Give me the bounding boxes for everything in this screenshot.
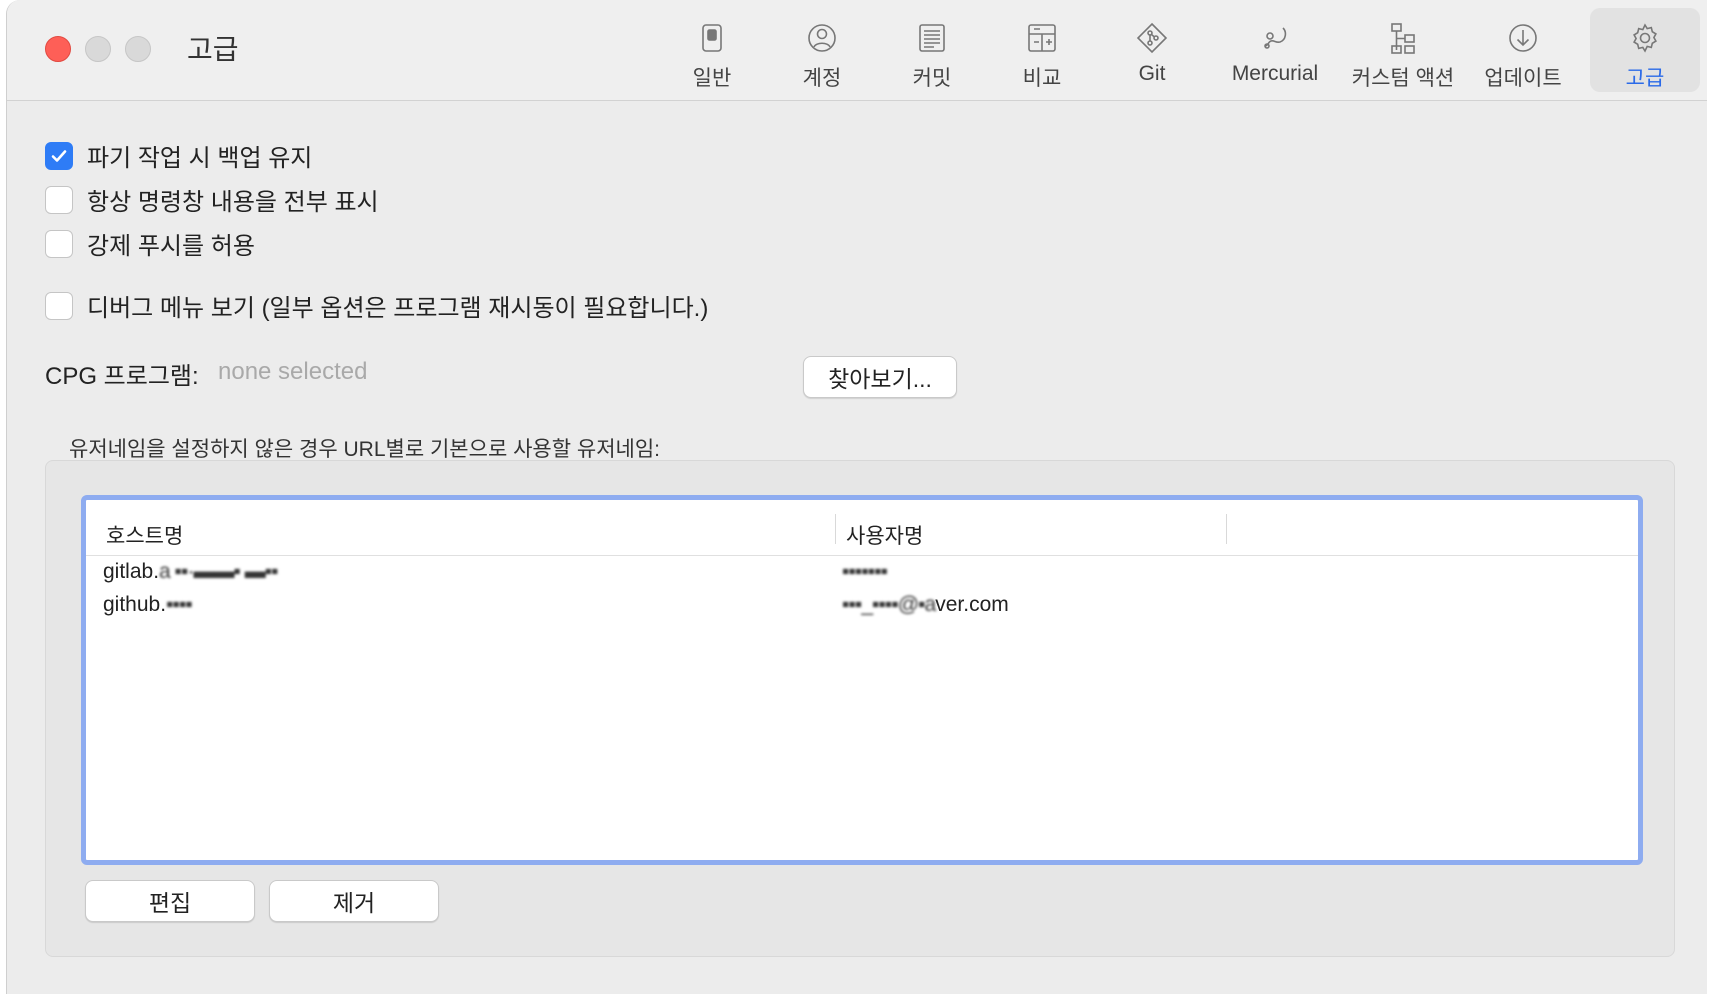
general-switch-icon (702, 24, 722, 52)
window-title: 고급 (187, 34, 239, 65)
user-cell: ▪▪▪▪▪▪▪ (842, 560, 888, 584)
browse-button[interactable]: 찾아보기... (803, 356, 957, 398)
default-usernames-caption: 유저네임을 설정하지 않은 경우 URL별로 기본으로 사용할 유저네임: (69, 438, 661, 461)
host-cell: gitlab.a ▪▪·▬▬▪ ▬▪▪ (103, 560, 279, 584)
redacted-text: ▪▪▪▪▪▪▪ (842, 560, 888, 583)
tab-label: 비교 (1022, 67, 1062, 90)
host-cell: github.▪▪▪▪ (103, 593, 193, 617)
keep-backups-checkbox[interactable] (45, 141, 73, 170)
tab-label: Git (1138, 62, 1166, 85)
tab-update[interactable]: 업데이트 (1473, 8, 1573, 92)
tab-account[interactable]: 계정 (777, 8, 867, 92)
user-text: ver.com (935, 593, 1009, 616)
allow-force-push-checkbox[interactable] (45, 229, 73, 258)
show-full-output-checkbox[interactable] (45, 185, 73, 214)
gpg-program-label: CPG 프로그램: (45, 363, 199, 390)
remove-button[interactable]: 제거 (269, 880, 439, 922)
close-window-button[interactable] (45, 36, 71, 62)
debug-menu-label: 디버그 메뉴 보기 (일부 옵션은 프로그램 재시동이 필요합니다.) (87, 295, 709, 322)
tab-mercurial[interactable]: Mercurial (1217, 8, 1333, 92)
debug-menu-checkbox[interactable] (45, 291, 73, 320)
preferences-window: 고급 일반 계정 커밋 비교 Git Mercurial 커스텀 액션 업데이트… (6, 0, 1707, 994)
column-divider (835, 514, 836, 544)
keep-backups-label: 파기 작업 시 백업 유지 (87, 145, 313, 172)
diff-compare-icon (1028, 24, 1056, 52)
tab-label: 고급 (1625, 67, 1665, 90)
edit-button[interactable]: 편집 (85, 880, 255, 922)
tab-label: 커밋 (912, 67, 952, 90)
allow-force-push-label: 강제 푸시를 허용 (87, 233, 255, 260)
minimize-window-button[interactable] (85, 36, 111, 62)
titlebar: 고급 일반 계정 커밋 비교 Git Mercurial 커스텀 액션 업데이트… (7, 0, 1707, 101)
tab-advanced[interactable]: 고급 (1590, 8, 1700, 92)
tab-label: Mercurial (1231, 62, 1319, 85)
commit-document-icon (919, 24, 945, 52)
gpg-program-value: none selected (218, 358, 368, 385)
checkmark-icon (51, 149, 67, 162)
redacted-text: a ▪▪·▬▬▪ ▬▪▪ (159, 560, 279, 583)
tab-label: 계정 (802, 67, 842, 90)
host-text: gitlab. (103, 560, 160, 583)
tab-diff[interactable]: 비교 (997, 8, 1087, 92)
column-header-host[interactable]: 호스트명 (106, 520, 183, 550)
zoom-window-button[interactable] (125, 36, 151, 62)
user-cell: ▪▪▪_▪▪▪▪@▪aver.com (842, 593, 1009, 617)
tab-commit[interactable]: 커밋 (887, 8, 977, 92)
column-header-user[interactable]: 사용자명 (846, 520, 923, 550)
redacted-text: ▪▪▪▪ (166, 593, 193, 616)
advanced-gear-icon (1633, 23, 1657, 53)
usernames-table[interactable]: 호스트명 사용자명 gitlab.a ▪▪·▬▬▪ ▬▪▪ ▪▪▪▪▪▪▪ gi… (81, 495, 1643, 865)
show-full-output-label: 항상 명령창 내용을 전부 표시 (87, 189, 379, 216)
update-download-icon (1509, 24, 1537, 52)
show-full-output-option[interactable]: 항상 명령창 내용을 전부 표시 (45, 182, 379, 217)
allow-force-push-option[interactable]: 강제 푸시를 허용 (45, 226, 255, 261)
column-divider (1226, 514, 1227, 544)
account-person-icon (808, 24, 836, 52)
tab-label: 커스텀 액션 (1351, 67, 1455, 90)
tab-custom-actions[interactable]: 커스텀 액션 (1347, 8, 1459, 92)
table-header: 호스트명 사용자명 (86, 500, 1638, 556)
custom-actions-tree-icon (1391, 23, 1415, 54)
tab-label: 일반 (692, 67, 732, 90)
tab-git[interactable]: Git (1107, 8, 1197, 92)
git-diamond-icon (1136, 22, 1168, 54)
advanced-settings-pane: 파기 작업 시 백업 유지 항상 명령창 내용을 전부 표시 강제 푸시를 허용… (7, 100, 1707, 994)
redacted-text: ▪▪▪_▪▪▪▪@▪a (842, 593, 936, 616)
mercurial-icon (1264, 27, 1287, 49)
tab-general[interactable]: 일반 (667, 8, 757, 92)
keep-backups-option[interactable]: 파기 작업 시 백업 유지 (45, 138, 312, 173)
host-text: github. (103, 593, 167, 616)
tab-label: 업데이트 (1484, 67, 1562, 90)
debug-menu-option[interactable]: 디버그 메뉴 보기 (일부 옵션은 프로그램 재시동이 필요합니다.) (45, 288, 708, 323)
